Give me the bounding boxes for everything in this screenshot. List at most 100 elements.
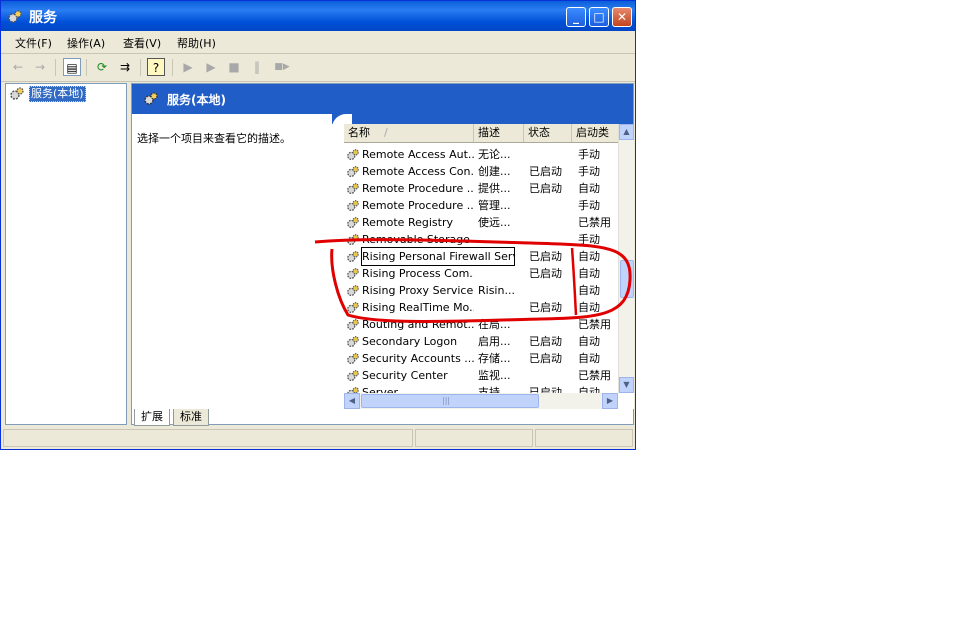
title-bar[interactable]: 服务 _ □ ✕	[1, 1, 635, 31]
refresh-button[interactable]: ⟳	[93, 58, 111, 76]
sort-indicator: /	[384, 126, 388, 139]
service-status	[529, 282, 573, 299]
banner-decoration	[332, 114, 633, 124]
table-row[interactable]: Remote Access Aut... 无论... 手动	[344, 146, 618, 163]
list-rows: Remote Access Aut... 无论... 手动 Remote Access…	[344, 146, 618, 401]
status-panel	[415, 429, 533, 447]
close-button[interactable]: ✕	[612, 7, 632, 27]
menu-view[interactable]: 查看(V)	[123, 35, 161, 51]
gears-icon	[144, 92, 158, 105]
column-header-description[interactable]: 描述	[474, 124, 524, 142]
services-window: 服务 _ □ ✕ 文件(F) 操作(A) 查看(V) 帮助(H) ← → ▤ ⟳…	[0, 0, 636, 450]
services-list[interactable]: 名称 / 描述 状态 启动类 Remote Access Aut... 无论...…	[344, 124, 634, 409]
horizontal-scrollbar[interactable]: ◀ ||| ▶	[344, 393, 618, 409]
start-service-alt-button[interactable]: ▶	[202, 58, 220, 76]
menu-help[interactable]: 帮助(H)	[177, 35, 216, 51]
service-gear-icon	[346, 301, 360, 315]
scroll-down-button[interactable]: ▼	[619, 377, 634, 393]
table-row[interactable]: Remote Procedure ... 提供... 已启动 自动	[344, 180, 618, 197]
restart-service-button[interactable]: ■▶	[271, 58, 293, 76]
table-row[interactable]: Routing and Remot... 在局... 已禁用	[344, 316, 618, 333]
service-status: 已启动	[529, 165, 562, 178]
table-row[interactable]: Security Accounts ... 存储... 已启动 自动	[344, 350, 618, 367]
service-gear-icon	[346, 250, 360, 264]
column-header-startup-type[interactable]: 启动类	[572, 124, 618, 142]
help-button[interactable]: ?	[147, 58, 165, 76]
vertical-scroll-thumb[interactable]	[620, 260, 634, 298]
table-row[interactable]: Rising Proxy Service Risin... 自动	[344, 282, 618, 299]
tab-standard[interactable]: 标准	[173, 409, 209, 426]
start-service-button[interactable]: ▶	[179, 58, 197, 76]
service-startup-type: 已禁用	[578, 369, 611, 382]
table-row[interactable]: Remote Access Con... 创建... 已启动 手动	[344, 163, 618, 180]
service-gear-icon	[346, 233, 360, 247]
maximize-button[interactable]: □	[589, 7, 609, 27]
service-name: Remote Procedure ...	[362, 182, 474, 195]
service-status	[529, 197, 573, 214]
scroll-up-button[interactable]: ▲	[619, 124, 634, 140]
service-status	[529, 231, 573, 248]
services-panel: 服务(本地) 选择一个项目来查看它的描述。 名称 / 描述 状态 启动类 Rem…	[131, 83, 634, 425]
service-description: 管理...	[478, 199, 511, 212]
service-description: 创建...	[478, 165, 511, 178]
service-gear-icon	[346, 199, 360, 213]
service-gear-icon	[346, 284, 360, 298]
table-row[interactable]: Rising RealTime Mo... 已启动 自动	[344, 299, 618, 316]
service-status: 已启动	[529, 250, 562, 263]
stop-service-button[interactable]: ■	[225, 58, 243, 76]
forward-button[interactable]: →	[31, 58, 49, 76]
service-name: Rising Proxy Service	[362, 284, 474, 297]
service-startup-type: 自动	[578, 250, 600, 263]
description-text: 选择一个项目来查看它的描述。	[137, 132, 291, 145]
gears-icon	[10, 87, 24, 100]
service-gear-icon	[346, 352, 360, 366]
vertical-scrollbar[interactable]: ▲ ▼	[618, 124, 634, 393]
show-hide-tree-button[interactable]: ▤	[63, 58, 81, 76]
scroll-grip: |||	[442, 396, 451, 405]
view-tabs: 扩展 标准	[131, 409, 634, 427]
service-status: 已启动	[529, 352, 562, 365]
menu-bar: 文件(F) 操作(A) 查看(V) 帮助(H)	[1, 31, 635, 54]
table-row[interactable]: Removable Storage 手动	[344, 231, 618, 248]
service-name: Security Center	[362, 369, 448, 382]
service-startup-type: 手动	[578, 199, 600, 212]
toolbar-separator	[55, 59, 56, 76]
scroll-left-button[interactable]: ◀	[344, 393, 360, 409]
service-description	[478, 265, 522, 282]
service-status: 已启动	[529, 182, 562, 195]
service-gear-icon	[346, 182, 360, 196]
service-name: Rising RealTime Mo...	[362, 301, 474, 314]
service-status	[529, 367, 573, 384]
minimize-button[interactable]: _	[566, 7, 586, 27]
back-button[interactable]: ←	[9, 58, 27, 76]
table-row[interactable]: Secondary Logon 启用... 已启动 自动	[344, 333, 618, 350]
pause-service-button[interactable]: ‖	[248, 58, 266, 76]
table-row[interactable]: Rising Personal Firewall Service已启动自动	[344, 247, 618, 266]
service-description: 使远...	[478, 216, 511, 229]
toolbar: ← → ▤ ⟳ ⇉ ? ▶ ▶ ■ ‖ ■▶	[1, 54, 635, 82]
service-name: Removable Storage	[362, 233, 470, 246]
column-header-name[interactable]: 名称 /	[344, 124, 474, 142]
service-description: Risin...	[478, 284, 515, 297]
column-header-status[interactable]: 状态	[524, 124, 572, 142]
horizontal-scroll-thumb[interactable]: |||	[361, 394, 539, 408]
table-row[interactable]: Remote Registry 使远... 已禁用	[344, 214, 618, 231]
menu-file[interactable]: 文件(F)	[15, 35, 52, 51]
toolbar-separator	[172, 59, 173, 76]
column-header-label: 名称	[348, 126, 370, 139]
table-row[interactable]: Security Center 监视... 已禁用	[344, 367, 618, 384]
table-row[interactable]: Rising Process Com... 已启动 自动	[344, 265, 618, 282]
toolbar-separator	[86, 59, 87, 76]
list-header: 名称 / 描述 状态 启动类	[344, 124, 618, 143]
tree-node-label[interactable]: 服务(本地)	[29, 86, 86, 102]
menu-action[interactable]: 操作(A)	[67, 35, 105, 51]
toolbar-separator	[140, 59, 141, 76]
export-list-button[interactable]: ⇉	[116, 58, 134, 76]
table-row[interactable]: Remote Procedure ... 管理... 手动	[344, 197, 618, 214]
tab-extended[interactable]: 扩展	[134, 409, 170, 426]
service-gear-icon	[346, 369, 360, 383]
scroll-right-button[interactable]: ▶	[602, 393, 618, 409]
status-bar	[3, 429, 633, 447]
service-startup-type: 已禁用	[578, 216, 611, 229]
service-name: Remote Access Aut...	[362, 148, 474, 161]
